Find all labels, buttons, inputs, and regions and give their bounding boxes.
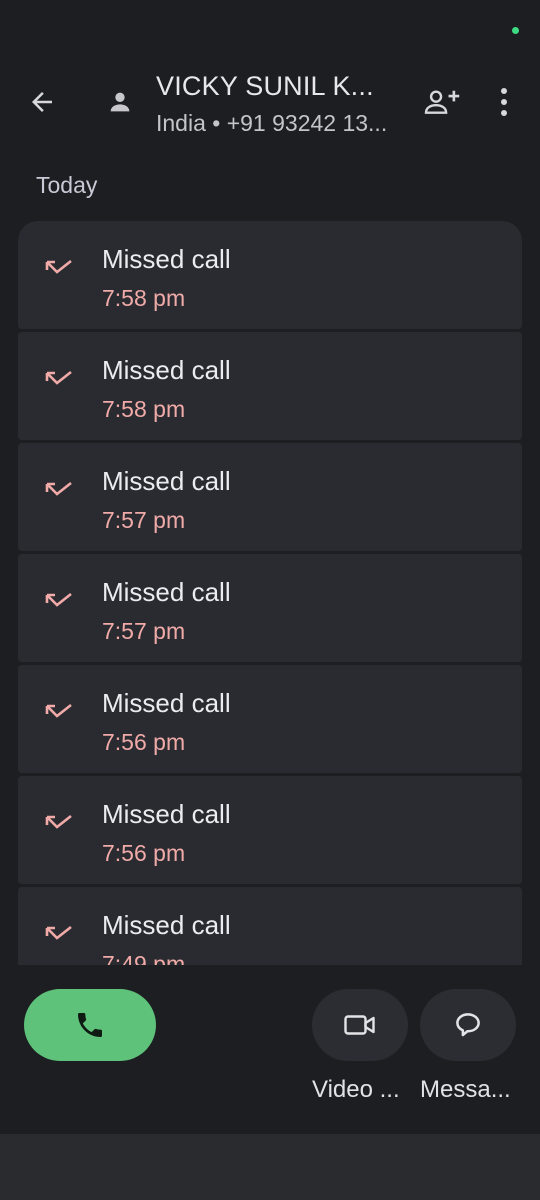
add-contact-button[interactable]: [418, 80, 466, 124]
missed-call-icon: [45, 925, 72, 940]
add-contact-icon: [424, 90, 460, 114]
phone-icon: [78, 1013, 102, 1037]
status-indicator-dot: [512, 27, 519, 34]
missed-call-icon: [45, 703, 72, 718]
missed-call-icon: [45, 259, 72, 274]
call-history-list: Missed call 7:58 pm Missed call 7:58 pm …: [18, 221, 522, 965]
video-camera-icon: [344, 1015, 375, 1035]
call-time: 7:56 pm: [102, 729, 186, 755]
missed-call-icon: [45, 370, 72, 385]
missed-call-icon: [45, 814, 72, 829]
missed-call-icon: [45, 592, 72, 607]
call-button[interactable]: [24, 989, 156, 1061]
contact-name: VICKY SUNIL K...: [156, 71, 374, 101]
call-type: Missed call: [102, 910, 231, 940]
call-time: 7:58 pm: [102, 396, 186, 422]
back-arrow-icon: [32, 92, 52, 112]
person-icon: [104, 86, 136, 118]
video-call-label: Video ...: [312, 1076, 400, 1103]
missed-call-icon: [45, 481, 72, 496]
call-row[interactable]: Missed call 7:57 pm: [18, 554, 522, 662]
call-type: Missed call: [102, 355, 231, 385]
call-type: Missed call: [102, 577, 231, 607]
message-button[interactable]: [420, 989, 516, 1061]
contact-title-block: VICKY SUNIL K... India • +91 93242 13...: [156, 70, 406, 139]
call-row[interactable]: Missed call 7:56 pm: [18, 665, 522, 773]
call-row[interactable]: Missed call 7:58 pm: [18, 332, 522, 440]
call-type: Missed call: [102, 244, 231, 274]
call-history-screen: VICKY SUNIL K... India • +91 93242 13...…: [0, 0, 540, 1200]
call-time: 7:56 pm: [102, 840, 186, 866]
call-time: 7:57 pm: [102, 507, 186, 533]
call-time: 7:57 pm: [102, 618, 186, 644]
call-time: 7:49 pm: [102, 951, 186, 965]
contact-subtitle: India • +91 93242 13...: [156, 110, 388, 136]
action-bar: Video ... Messa...: [0, 966, 540, 1134]
call-time: 7:58 pm: [102, 285, 186, 311]
more-vertical-icon: [501, 88, 507, 116]
app-bar: VICKY SUNIL K... India • +91 93242 13...: [0, 64, 540, 140]
call-type: Missed call: [102, 799, 231, 829]
system-navigation-bar: [0, 1134, 540, 1200]
call-type: Missed call: [102, 688, 231, 718]
call-row[interactable]: Missed call 7:57 pm: [18, 443, 522, 551]
call-type: Missed call: [102, 466, 231, 496]
call-row[interactable]: Missed call 7:58 pm: [18, 221, 522, 329]
call-row[interactable]: Missed call 7:49 pm: [18, 887, 522, 965]
more-options-button[interactable]: [482, 80, 526, 124]
back-button[interactable]: [18, 80, 66, 124]
call-row[interactable]: Missed call 7:56 pm: [18, 776, 522, 884]
section-label-today: Today: [36, 172, 98, 198]
message-label: Messa...: [420, 1076, 511, 1103]
message-bubble-icon: [456, 1013, 480, 1037]
video-call-button[interactable]: [312, 989, 408, 1061]
